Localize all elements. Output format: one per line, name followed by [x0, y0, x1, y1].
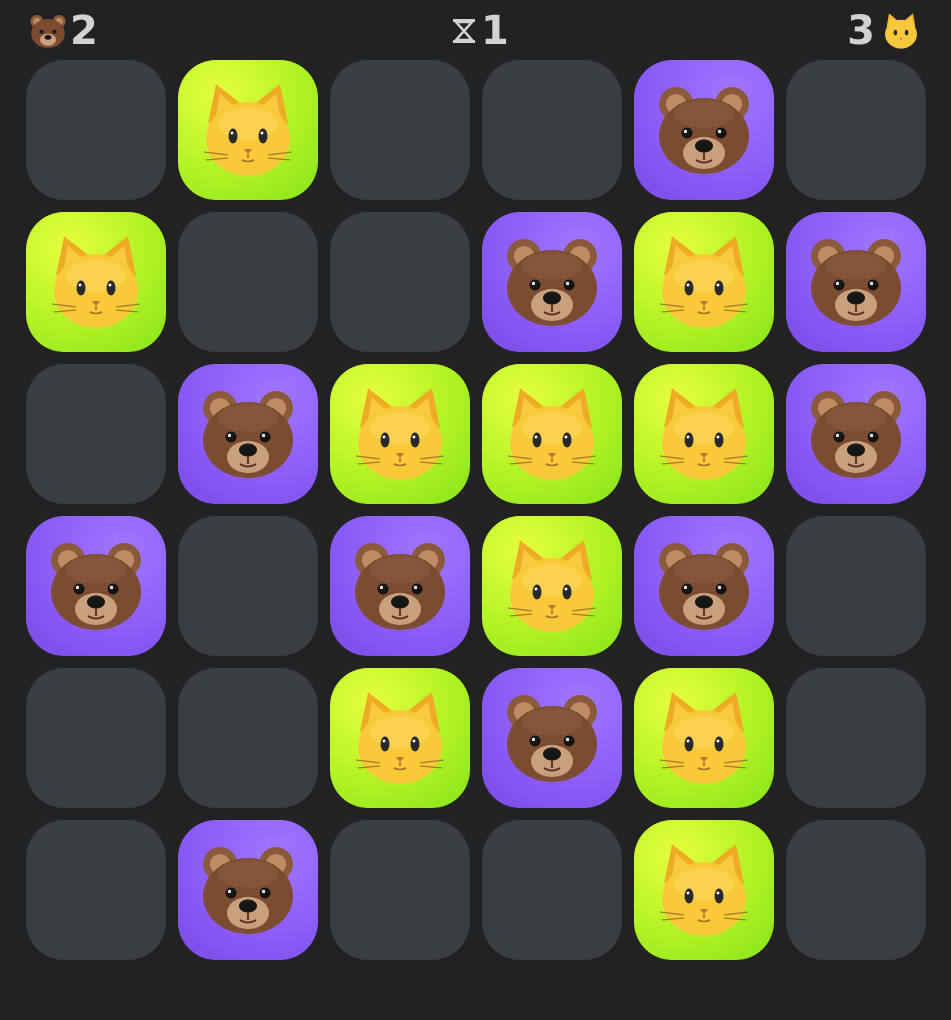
board-cell-r3-c2-bear[interactable] [178, 364, 318, 504]
bear-score-value: 2 [70, 8, 98, 54]
bear-score: 2 [28, 8, 98, 54]
bear-face-icon [50, 542, 142, 631]
board-cell-r5-c3-cat[interactable] [330, 668, 470, 808]
cat-face-icon [507, 387, 597, 481]
cat-face-icon [885, 13, 917, 49]
board-cell-r3-c5-cat[interactable] [634, 364, 774, 504]
board-cell-r3-c4-cat[interactable] [482, 364, 622, 504]
cat-face-icon [203, 83, 293, 177]
cat-face-icon [659, 843, 749, 937]
board-cell-r1-c4-empty[interactable] [482, 60, 622, 200]
board-cell-r4-c2-empty[interactable] [178, 516, 318, 656]
board-cell-r3-c6-bear[interactable] [786, 364, 926, 504]
board-cell-r5-c6-empty[interactable] [786, 668, 926, 808]
board-cell-r1-c2-cat[interactable] [178, 60, 318, 200]
cat-face-icon [507, 539, 597, 633]
game-board [26, 60, 926, 960]
hourglass-icon [453, 19, 475, 43]
cat-face-icon [659, 387, 749, 481]
cat-score-value: 3 [847, 8, 875, 54]
board-cell-r3-c1-empty[interactable] [26, 364, 166, 504]
bear-face-icon [658, 86, 750, 175]
cat-score: 3 [847, 8, 921, 54]
board-cell-r6-c5-cat[interactable] [634, 820, 774, 960]
turn-value: 1 [481, 8, 509, 54]
board-cell-r4-c3-bear[interactable] [330, 516, 470, 656]
bear-face-icon [810, 390, 902, 479]
hud: 2 1 3 [0, 0, 951, 60]
board-cell-r5-c4-bear[interactable] [482, 668, 622, 808]
bear-face-icon [506, 694, 598, 783]
board-cell-r4-c1-bear[interactable] [26, 516, 166, 656]
board-cell-r1-c5-bear[interactable] [634, 60, 774, 200]
board-cell-r3-c3-cat[interactable] [330, 364, 470, 504]
board-cell-r2-c1-cat[interactable] [26, 212, 166, 352]
board-cell-r4-c5-bear[interactable] [634, 516, 774, 656]
cat-face-icon [355, 691, 445, 785]
board-cell-r5-c1-empty[interactable] [26, 668, 166, 808]
bear-face-icon [506, 238, 598, 327]
bear-face-icon [810, 238, 902, 327]
bear-face-icon [354, 542, 446, 631]
cat-face-icon [355, 387, 445, 481]
turn-counter: 1 [450, 8, 509, 54]
board-cell-r6-c2-bear[interactable] [178, 820, 318, 960]
board-cell-r4-c6-empty[interactable] [786, 516, 926, 656]
board-cell-r6-c1-empty[interactable] [26, 820, 166, 960]
board-cell-r5-c5-cat[interactable] [634, 668, 774, 808]
cat-face-icon [51, 235, 141, 329]
board-cell-r2-c5-cat[interactable] [634, 212, 774, 352]
board-cell-r2-c3-empty[interactable] [330, 212, 470, 352]
board-cell-r6-c6-empty[interactable] [786, 820, 926, 960]
bear-face-icon [202, 390, 294, 479]
cat-face-icon [659, 235, 749, 329]
board-cell-r5-c2-empty[interactable] [178, 668, 318, 808]
bear-face-icon [30, 15, 66, 48]
cat-face-icon [659, 691, 749, 785]
board-cell-r2-c2-empty[interactable] [178, 212, 318, 352]
board-cell-r1-c6-empty[interactable] [786, 60, 926, 200]
board-cell-r4-c4-cat[interactable] [482, 516, 622, 656]
board-cell-r2-c4-bear[interactable] [482, 212, 622, 352]
game-screen: 2 1 3 [0, 0, 951, 1020]
board-cell-r6-c3-empty[interactable] [330, 820, 470, 960]
bear-face-icon [658, 542, 750, 631]
board-cell-r2-c6-bear[interactable] [786, 212, 926, 352]
board-cell-r1-c3-empty[interactable] [330, 60, 470, 200]
bear-face-icon [202, 846, 294, 935]
board-cell-r6-c4-empty[interactable] [482, 820, 622, 960]
board-cell-r1-c1-empty[interactable] [26, 60, 166, 200]
